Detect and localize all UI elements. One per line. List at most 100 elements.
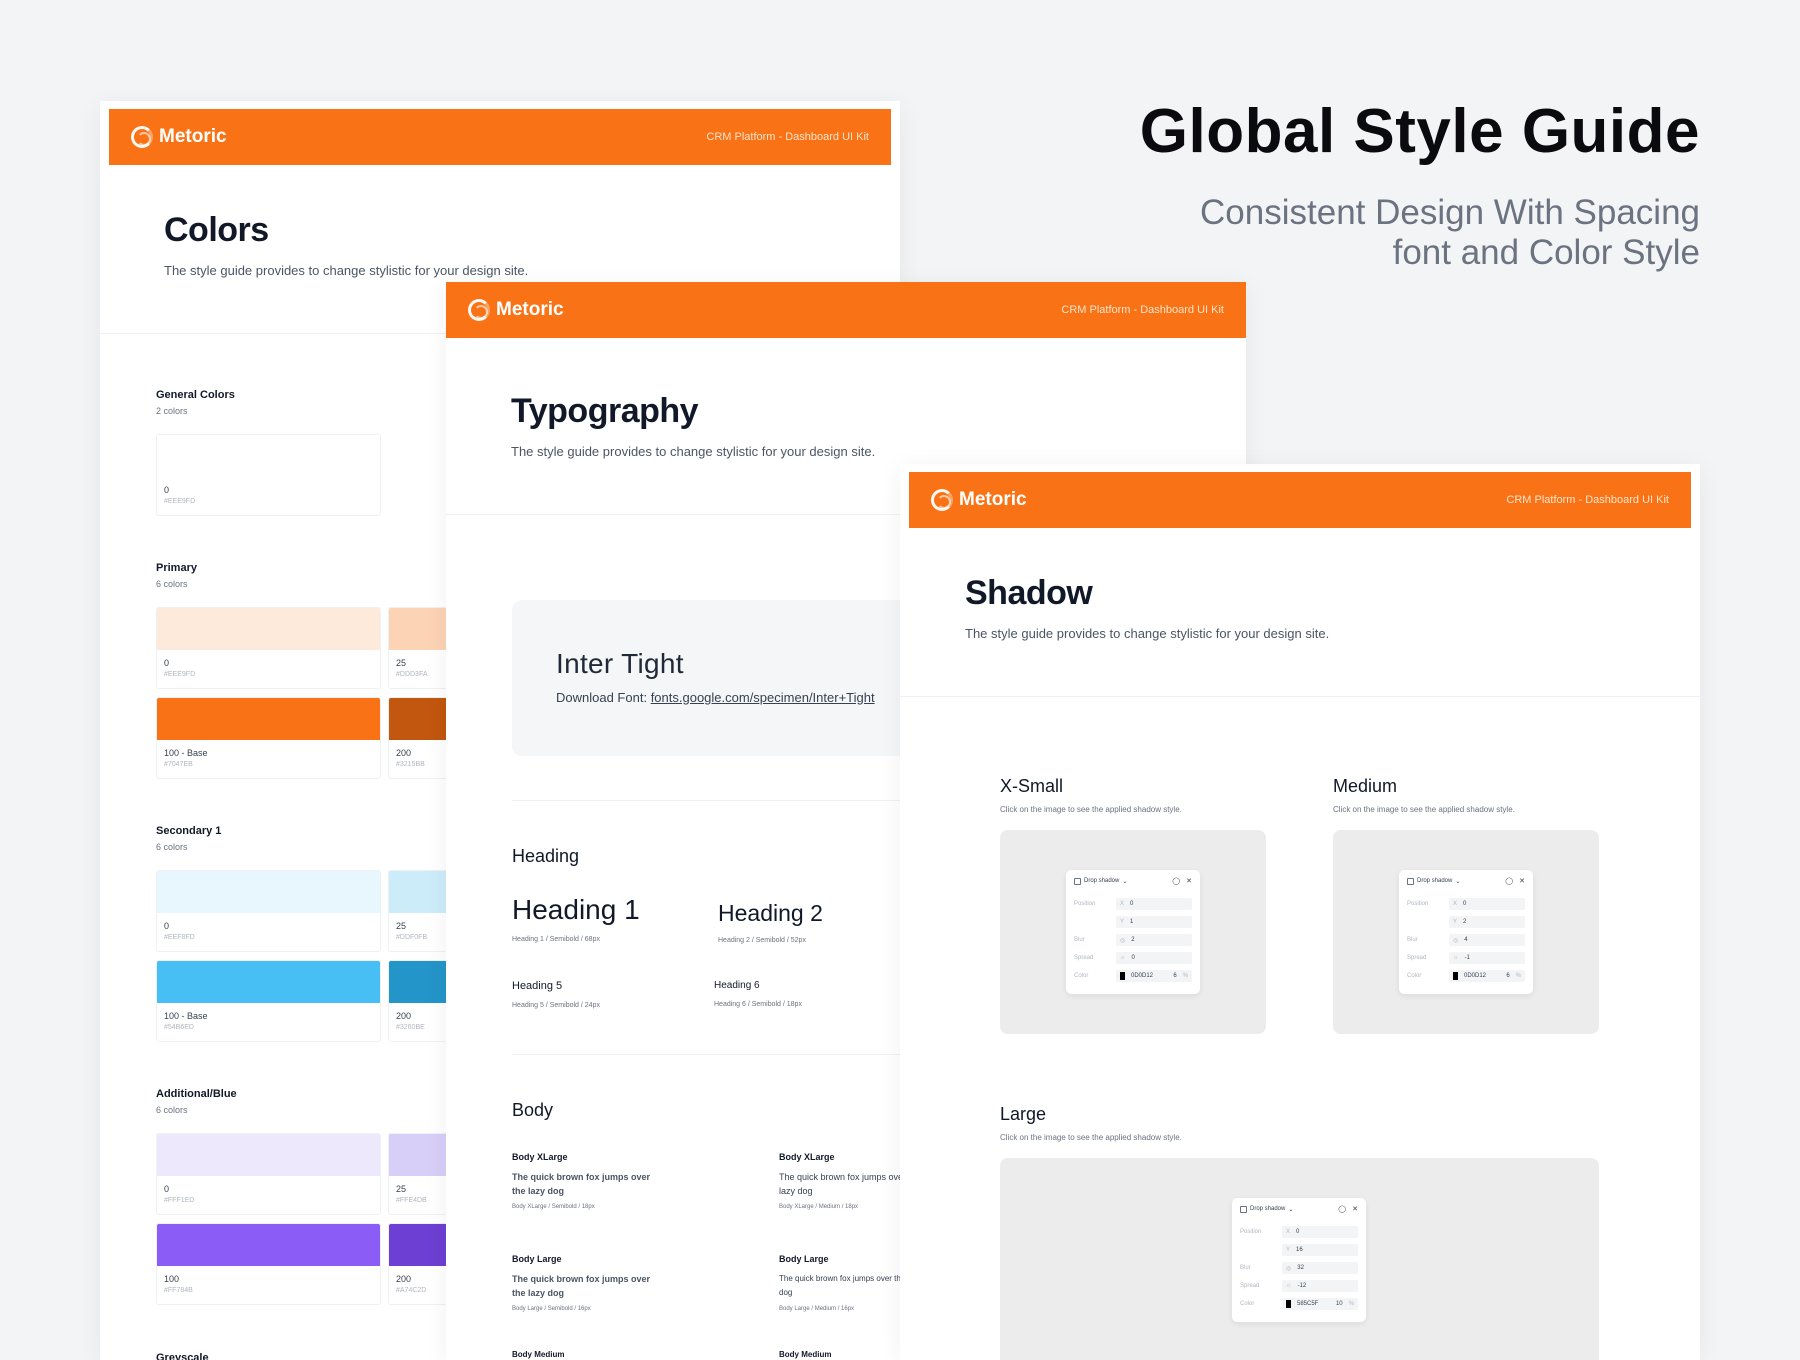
heading-spec: Heading 1 / Semibold / 68px — [512, 936, 600, 943]
x-key: X — [1453, 901, 1458, 907]
heading-spec: Heading 5 / Semibold / 24px — [512, 1002, 600, 1009]
opacity-value: 10 — [1335, 1301, 1343, 1307]
chevron-down-icon[interactable]: ⌄ — [1455, 878, 1460, 885]
color-swatch[interactable]: 0 #EEE9FD — [156, 607, 381, 689]
close-icon[interactable]: ✕ — [1519, 877, 1525, 885]
x-value: 0 — [1296, 1229, 1300, 1235]
download-label: Download Font: — [556, 690, 648, 705]
y-key: Y — [1120, 919, 1125, 925]
shadow-xsmall: X-Small Click on the image to see the ap… — [1000, 776, 1266, 1034]
font-name: Inter Tight — [556, 648, 684, 679]
hero-subtitle: Consistent Design With Spacing font and … — [1200, 193, 1700, 272]
y-field[interactable]: Y2 — [1449, 916, 1525, 928]
kit-label: CRM Platform - Dashboard UI Kit — [1061, 304, 1224, 316]
blur-field[interactable]: ◎ 2 — [1116, 934, 1192, 946]
blur-label: Blur — [1240, 1265, 1251, 1271]
spread-field[interactable]: ☼ 0 — [1116, 952, 1192, 964]
chevron-down-icon[interactable]: ⌄ — [1122, 878, 1127, 885]
y-value: 1 — [1130, 919, 1134, 925]
color-swatch[interactable]: 0 #FFF1ED — [156, 1133, 381, 1215]
page-description: The style guide provides to change styli… — [965, 626, 1330, 641]
spread-label: Spread — [1407, 955, 1427, 961]
heading-section-title: Heading — [512, 846, 580, 866]
body-spec: Body Large / Semibold / 16px — [512, 1306, 591, 1312]
x-field[interactable]: X0 — [1116, 898, 1192, 910]
swatch-hex: #EEF8FD — [164, 934, 195, 941]
color-group-greyscale: Greyscale — [156, 1352, 209, 1360]
shadow-preview[interactable]: Drop shadow ⌄ ◯ ✕ Position X 0 Y 2 Blur ◎ 4 Spread ☼… — [1333, 830, 1599, 1034]
blur-icon: ◎ — [1286, 1265, 1292, 1272]
checkbox-icon[interactable] — [1074, 877, 1081, 885]
color-swatch-icon — [1120, 972, 1125, 980]
close-icon[interactable]: ✕ — [1352, 1205, 1358, 1213]
shadow-medium: Medium Click on the image to see the app… — [1333, 776, 1599, 1034]
swatch-hex: #7047EB — [164, 761, 193, 768]
heading-label: Heading 1 — [512, 894, 640, 925]
body-sample-text: The quick brown fox jumps over the lazy … — [512, 1274, 651, 1298]
page-title: Shadow — [965, 574, 1093, 612]
spread-field[interactable]: ☼ -12 — [1282, 1280, 1358, 1292]
shadow-preview[interactable]: Drop shadow ⌄ ◯ ✕ Position X 0 Y 16 Blur ◎ 32 Sprea… — [1000, 1158, 1599, 1360]
color-value: 585C5F — [1297, 1301, 1319, 1307]
x-field[interactable]: X0 — [1282, 1226, 1358, 1238]
brand-name: Metoric — [959, 489, 1027, 510]
spread-field[interactable]: ☼ -1 — [1449, 952, 1525, 964]
color-swatch[interactable]: 100 - Base #7047EB — [156, 697, 381, 779]
font-download-link[interactable]: fonts.google.com/specimen/Inter+Tight — [651, 690, 875, 705]
position-label: Position — [1240, 1229, 1262, 1235]
color-value: 0D0D12 — [1464, 973, 1487, 979]
blur-label: Blur — [1074, 937, 1085, 943]
x-field[interactable]: X0 — [1449, 898, 1525, 910]
y-key: Y — [1453, 919, 1458, 925]
swatch-name: 0 — [164, 485, 170, 495]
shadow-size-title: Large — [1000, 1104, 1047, 1124]
panel-title-text: Drop shadow — [1084, 878, 1120, 884]
panel-title: Drop shadow ⌄ — [1074, 877, 1127, 885]
y-field[interactable]: Y1 — [1116, 916, 1192, 928]
color-swatch[interactable]: 0 #EEF8FD — [156, 870, 381, 952]
color-swatch[interactable]: 100 #FF784B — [156, 1223, 381, 1305]
brand: Metoric — [131, 126, 227, 148]
color-swatch[interactable]: 100 - Base #54B6ED — [156, 960, 381, 1042]
shadow-card: Metoric CRM Platform - Dashboard UI Kit … — [900, 464, 1700, 1360]
page-title: Typography — [511, 392, 699, 430]
color-field[interactable]: 585C5F 10% — [1282, 1298, 1358, 1310]
shadow-size-title: Medium — [1333, 776, 1398, 796]
body-sample: Body XLarge The quick brown fox jumps ov… — [512, 1152, 662, 1210]
heading-label: Heading 5 — [512, 980, 563, 992]
blur-value: 4 — [1464, 937, 1468, 943]
y-field[interactable]: Y 16 — [1282, 1244, 1358, 1256]
close-icon[interactable]: ✕ — [1186, 877, 1192, 885]
drop-icon[interactable]: ◯ — [1505, 877, 1513, 885]
panel-header: Drop shadow ⌄ ◯ ✕ — [1240, 1205, 1358, 1213]
spread-label: Spread — [1074, 955, 1094, 961]
color-label: Color — [1074, 973, 1089, 979]
spread-icon: ☼ — [1453, 955, 1459, 961]
spread-value: -1 — [1464, 955, 1470, 961]
brand-name: Metoric — [496, 299, 564, 320]
heading-spec: Heading 2 / Semibold / 52px — [718, 937, 806, 944]
chevron-down-icon[interactable]: ⌄ — [1288, 1206, 1293, 1213]
checkbox-icon[interactable] — [1407, 877, 1414, 885]
swatch-fill — [157, 435, 380, 477]
swatch-fill — [157, 608, 380, 650]
drop-icon[interactable]: ◯ — [1338, 1205, 1346, 1213]
swatch-fill — [157, 1134, 380, 1176]
checkbox-icon[interactable] — [1240, 1205, 1247, 1213]
shadow-preview[interactable]: Drop shadow ⌄ ◯ ✕ Position X 0 Y 1 Blur ◎ 2 Spread ☼… — [1000, 830, 1266, 1034]
color-swatch[interactable]: 0 #EEE9FD — [156, 434, 381, 516]
shadow-hint: Click on the image to see the applied sh… — [1000, 1133, 1182, 1142]
topbar: Metoric CRM Platform - Dashboard UI Kit — [446, 282, 1246, 338]
color-field[interactable]: 0D0D12 6% — [1449, 970, 1525, 982]
metoric-logo-icon — [931, 489, 953, 511]
position-label: Position — [1407, 901, 1429, 907]
percent-label: % — [1348, 1301, 1354, 1307]
x-key: X — [1286, 1229, 1291, 1235]
swatch-name: 100 - Base — [164, 1011, 208, 1021]
color-field[interactable]: 0D0D12 6% — [1116, 970, 1192, 982]
swatch-name: 100 - Base — [164, 748, 208, 758]
opacity-value: 6 — [1506, 973, 1510, 979]
drop-icon[interactable]: ◯ — [1172, 877, 1180, 885]
blur-field[interactable]: ◎ 4 — [1449, 934, 1525, 946]
blur-field[interactable]: ◎ 32 — [1282, 1262, 1358, 1274]
